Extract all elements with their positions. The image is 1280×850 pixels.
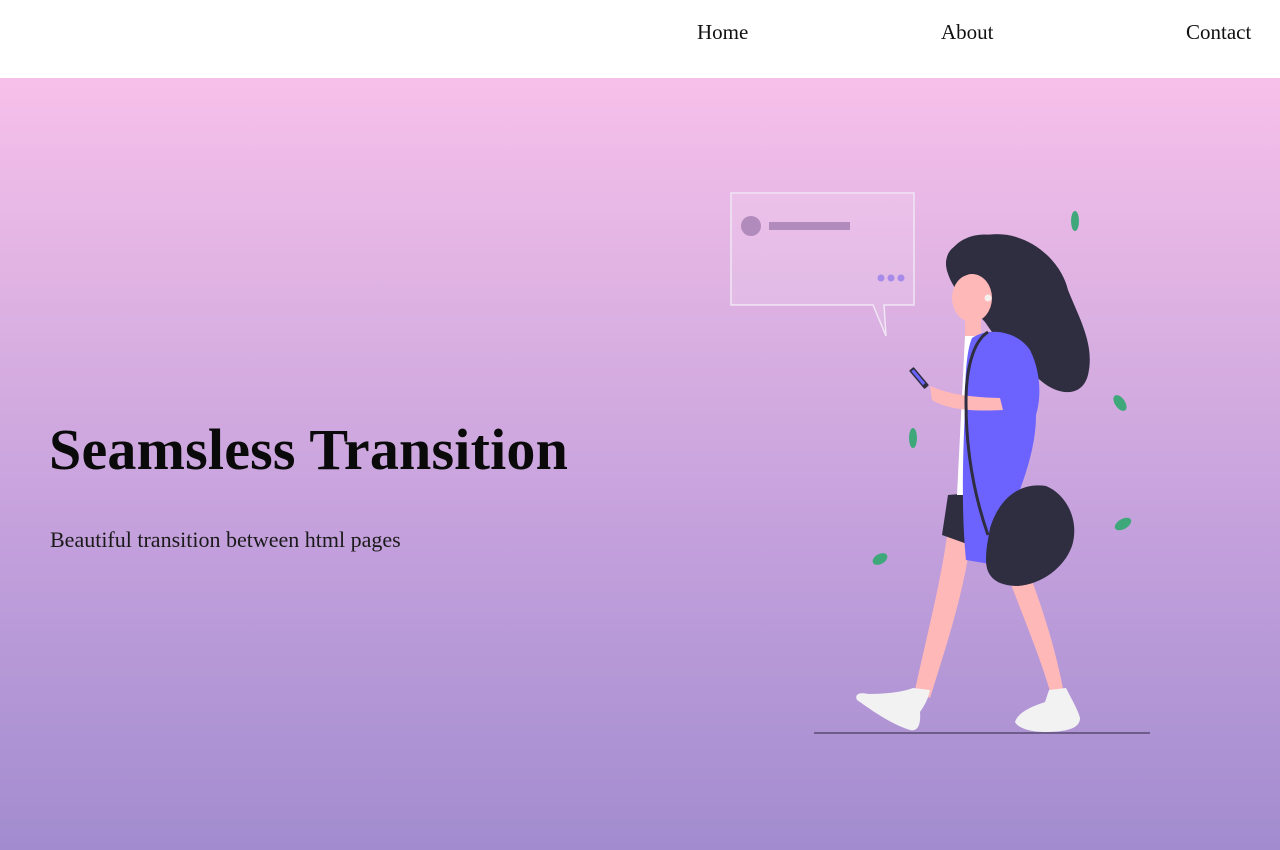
nav-link-home[interactable]: Home <box>697 20 748 45</box>
top-navbar: Home About Contact <box>0 0 1280 78</box>
nav-link-about[interactable]: About <box>941 20 994 45</box>
woman-walking-illustration <box>730 192 1150 734</box>
chat-bubble-icon <box>730 192 915 337</box>
hero-subtitle: Beautiful transition between html pages <box>50 527 401 552</box>
hero-title: Seamsless Transition <box>49 417 569 482</box>
hero-section: Seamsless Transition Beautiful transitio… <box>0 78 1280 850</box>
nav-link-contact[interactable]: Contact <box>1186 20 1251 45</box>
woman-figure <box>856 234 1090 732</box>
